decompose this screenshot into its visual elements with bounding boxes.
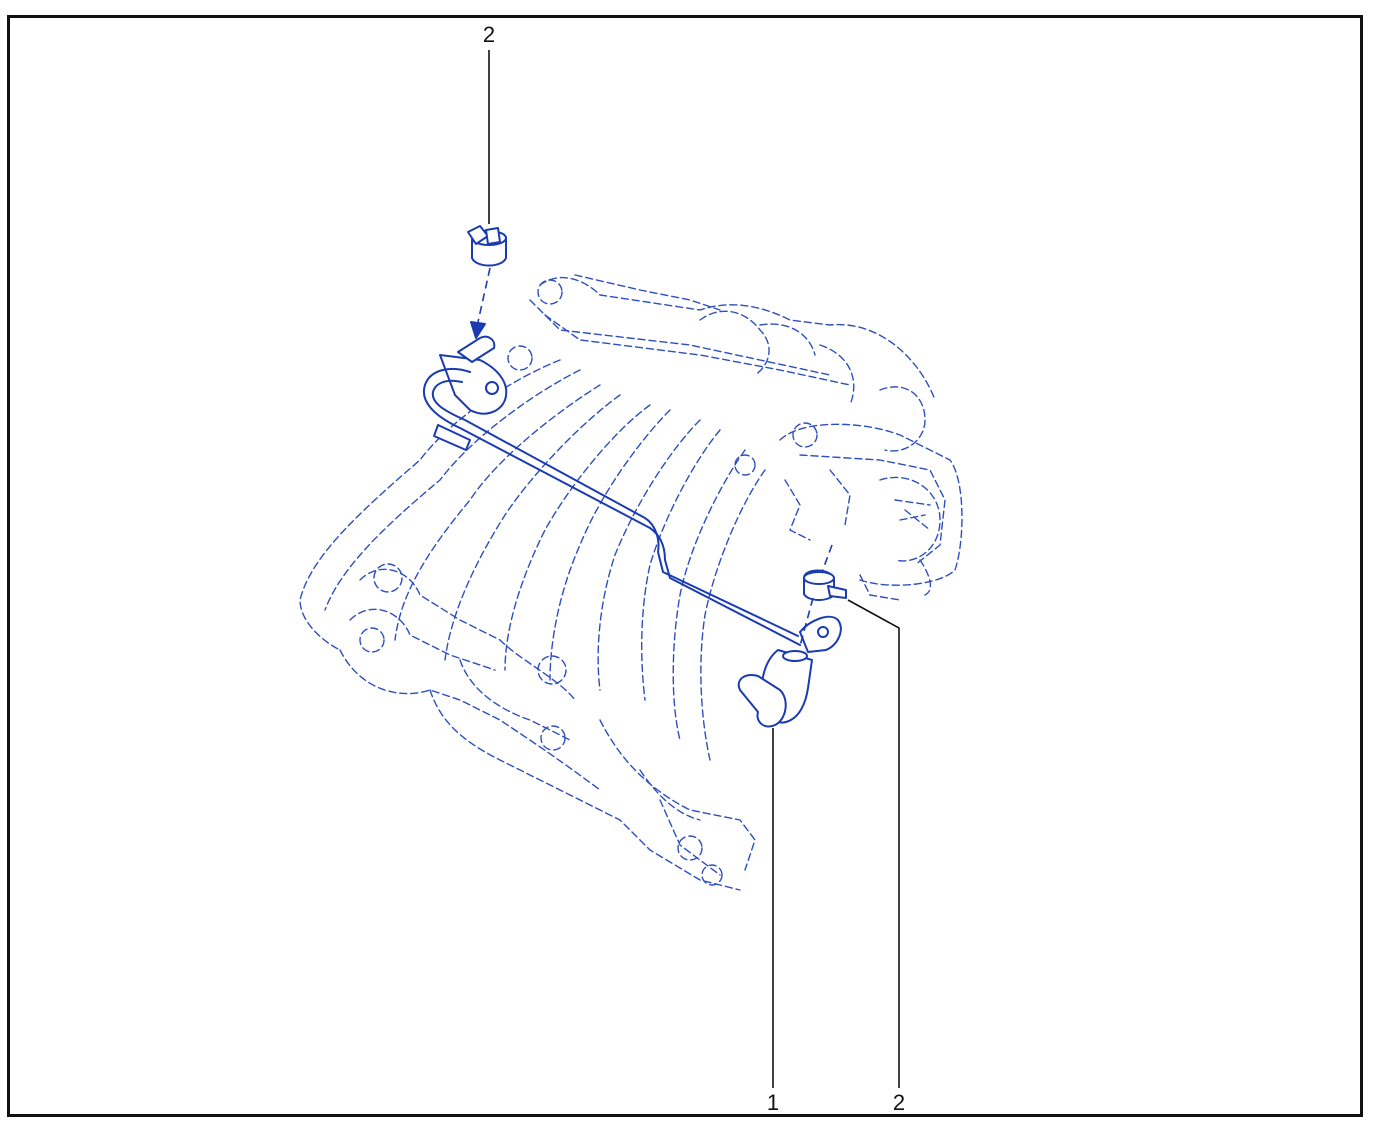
hose-clamp-upper (467, 225, 507, 267)
intake-manifold-diagram (299, 50, 963, 1088)
callout-leaders (488, 50, 900, 1088)
callout-label-clamp-top: 2 (482, 22, 496, 47)
callout-label-pipe: 1 (766, 1090, 780, 1115)
intake-manifold-phantom (299, 274, 963, 891)
hose-clamp-lower (803, 569, 847, 601)
callout-label-clamp-bottom: 2 (892, 1090, 906, 1115)
vacuum-pipe-part-1 (422, 335, 842, 728)
